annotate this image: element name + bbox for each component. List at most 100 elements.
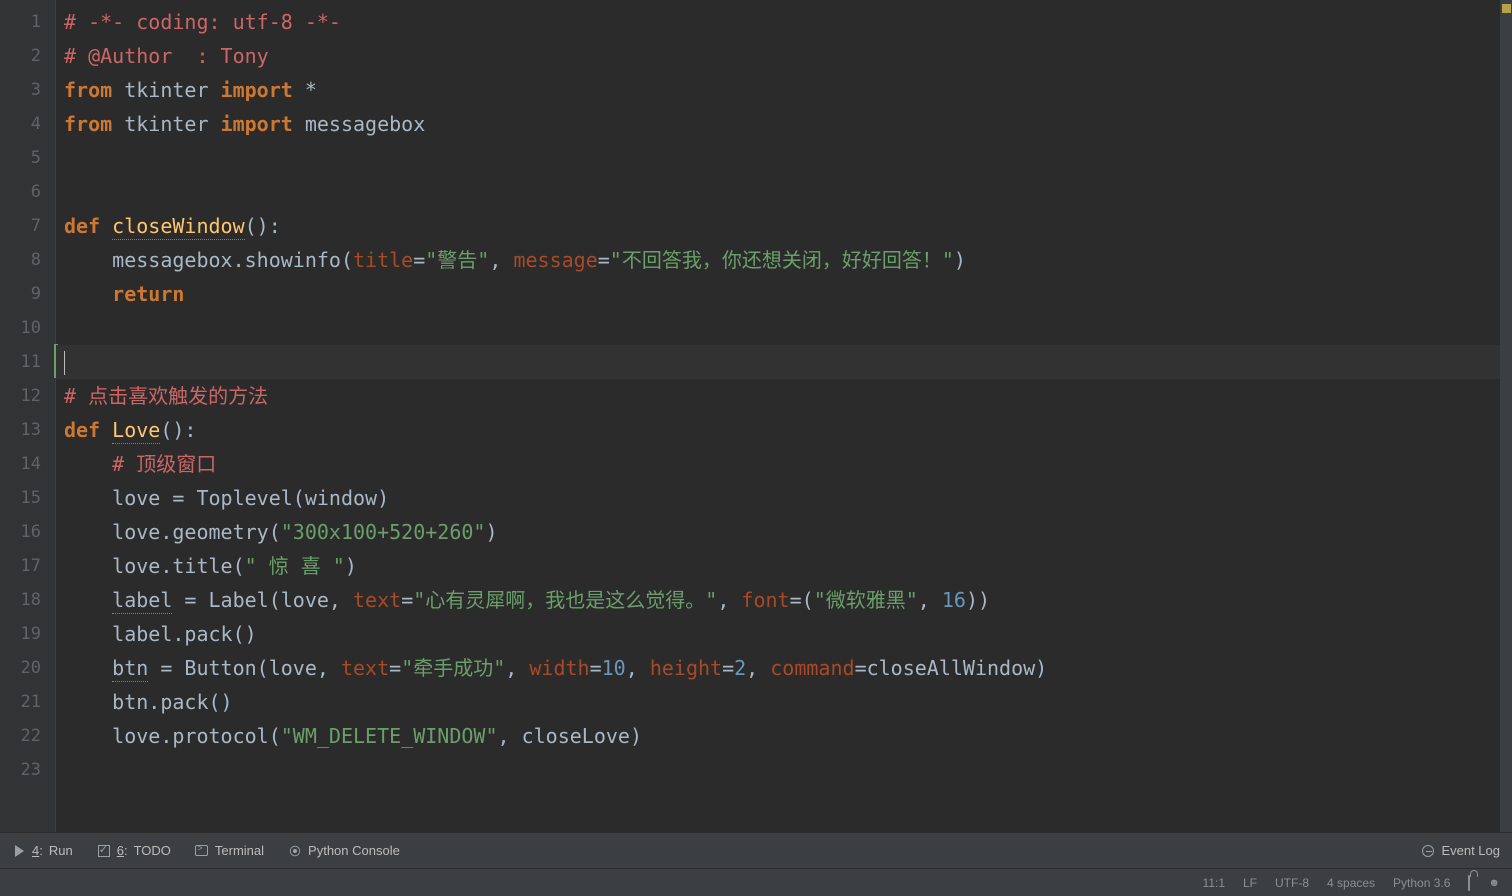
code-line-current[interactable] (56, 345, 1512, 379)
status-interpreter[interactable]: Python 3.6 (1393, 876, 1450, 890)
code-line[interactable]: # @Author : Tony (56, 39, 1512, 73)
eq: = (598, 248, 610, 272)
inspection-indicator-icon[interactable] (1502, 4, 1511, 13)
lock-icon[interactable] (1468, 876, 1470, 890)
call: Label(love, (209, 588, 354, 612)
kwarg: message (513, 248, 597, 272)
eq: = (389, 656, 401, 680)
event-log-icon (1421, 844, 1435, 858)
code-line[interactable] (56, 311, 1512, 345)
code-line[interactable]: # -*- coding: utf-8 -*- (56, 5, 1512, 39)
code-line[interactable]: messagebox.showinfo(title="警告", message=… (56, 243, 1512, 277)
code-line[interactable]: love = Toplevel(window) (56, 481, 1512, 515)
call: love.title( (112, 554, 244, 578)
indent (64, 282, 112, 306)
code-area[interactable]: # -*- coding: utf-8 -*- # @Author : Tony… (56, 0, 1512, 832)
editor-scrollbar[interactable] (1500, 0, 1512, 832)
status-caret-position[interactable]: 11:1 (1203, 876, 1225, 890)
status-indent[interactable]: 4 spaces (1327, 876, 1375, 890)
code-line[interactable]: # 顶级窗口 (56, 447, 1512, 481)
punct: (): (160, 418, 196, 442)
keyword: def (64, 418, 112, 442)
indent (64, 724, 112, 748)
line-number: 3 (0, 73, 55, 107)
comment-text: # 顶级窗口 (112, 452, 216, 476)
tool-window-bar: 4: Run 6: TODO Terminal ⦿ Python Console… (0, 832, 1512, 868)
eq: = (413, 248, 425, 272)
line-number: 15 (0, 481, 55, 515)
code-line[interactable]: btn.pack() (56, 685, 1512, 719)
string: "牵手成功" (401, 656, 505, 680)
inspection-profile-icon[interactable]: ☻ (1488, 877, 1500, 889)
code-line[interactable]: btn = Button(love, text="牵手成功", width=10… (56, 651, 1512, 685)
eq: = (722, 656, 734, 680)
code-text: love = Toplevel(window) (112, 486, 389, 510)
terminal-icon (195, 844, 209, 858)
status-bar: 11:1 LF UTF-8 4 spaces Python 3.6 ☻ (0, 868, 1512, 896)
line-number: 19 (0, 617, 55, 651)
line-number: 10 (0, 311, 55, 345)
tool-window-key: 6: (117, 843, 128, 858)
code-line[interactable]: def closeWindow(): (56, 209, 1512, 243)
line-number-gutter: 1 2 3 4 5 6 7 8 9 10 11 12 13 14 15 16 1… (0, 0, 56, 832)
tool-window-event-log[interactable]: Event Log (1409, 833, 1512, 868)
code-line[interactable]: return (56, 277, 1512, 311)
string: "心有灵犀啊，我也是这么觉得。" (413, 588, 717, 612)
indent (64, 554, 112, 578)
tool-window-label: Terminal (215, 843, 264, 858)
comma: , (918, 588, 942, 612)
comma: , (746, 656, 770, 680)
call: love.protocol( (112, 724, 281, 748)
line-number: 1 (0, 5, 55, 39)
kwarg: height (650, 656, 722, 680)
status-line-separator[interactable]: LF (1243, 876, 1257, 890)
status-encoding[interactable]: UTF-8 (1275, 876, 1309, 890)
line-number: 14 (0, 447, 55, 481)
code-line[interactable] (56, 753, 1512, 787)
eq: = (590, 656, 602, 680)
tool-window-terminal[interactable]: Terminal (183, 833, 276, 868)
call: Button(love, (184, 656, 341, 680)
code-line[interactable]: love.geometry("300x100+520+260") (56, 515, 1512, 549)
tool-window-python-console[interactable]: ⦿ Python Console (276, 833, 412, 868)
number: 10 (602, 656, 626, 680)
line-number: 16 (0, 515, 55, 549)
indent (64, 486, 112, 510)
eq: = (401, 588, 413, 612)
code-line[interactable]: love.title(" 惊 喜 ") (56, 549, 1512, 583)
line-number: 2 (0, 39, 55, 73)
code-line[interactable]: # 点击喜欢触发的方法 (56, 379, 1512, 413)
close-paren: ) (954, 248, 966, 272)
comma: , (717, 588, 741, 612)
code-line[interactable] (56, 141, 1512, 175)
tool-window-todo[interactable]: 6: TODO (85, 833, 183, 868)
code-line[interactable]: def Love(): (56, 413, 1512, 447)
tail: , closeLove) (498, 724, 643, 748)
line-number: 20 (0, 651, 55, 685)
tail: =closeAllWindow) (855, 656, 1048, 680)
line-number: 21 (0, 685, 55, 719)
keyword: from (64, 78, 112, 102)
line-number: 4 (0, 107, 55, 141)
close-paren: )) (966, 588, 990, 612)
module-name: tkinter (112, 112, 220, 136)
tool-window-run[interactable]: 4: Run (0, 833, 85, 868)
tool-window-label: TODO (134, 843, 171, 858)
number: 16 (942, 588, 966, 612)
code-line[interactable]: love.protocol("WM_DELETE_WINDOW", closeL… (56, 719, 1512, 753)
line-number: 17 (0, 549, 55, 583)
kwarg: font (741, 588, 789, 612)
code-line[interactable]: from tkinter import * (56, 73, 1512, 107)
code-line[interactable] (56, 175, 1512, 209)
code-line[interactable]: label = Label(love, text="心有灵犀啊，我也是这么觉得。… (56, 583, 1512, 617)
code-line[interactable]: label.pack() (56, 617, 1512, 651)
string: "WM_DELETE_WINDOW" (281, 724, 498, 748)
text-caret (64, 351, 65, 375)
keyword: def (64, 214, 112, 238)
code-line[interactable]: from tkinter import messagebox (56, 107, 1512, 141)
open: =( (790, 588, 814, 612)
module-name: tkinter (112, 78, 220, 102)
run-icon (12, 844, 26, 858)
keyword: import (221, 78, 293, 102)
line-number: 6 (0, 175, 55, 209)
